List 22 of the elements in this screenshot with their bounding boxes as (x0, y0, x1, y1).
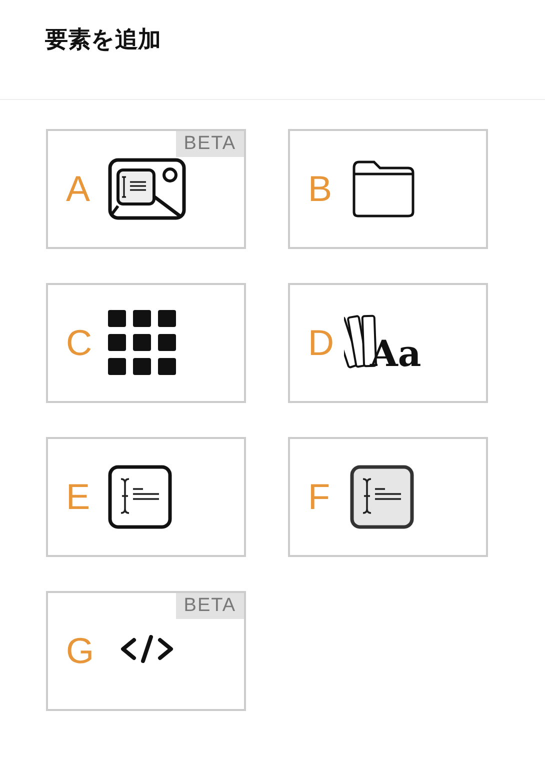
card-letter: E (66, 476, 92, 518)
card-letter: C (66, 322, 93, 364)
text-box-icon (108, 465, 172, 529)
beta-badge: BETA (176, 593, 244, 619)
card-letter: G (66, 630, 96, 672)
element-card[interactable]: BETA G (46, 591, 246, 711)
card-letter: A (66, 168, 92, 210)
folder-icon (350, 160, 416, 218)
element-card[interactable]: BETA A (46, 129, 246, 249)
card-letter: D (308, 322, 335, 364)
panel-title: 要素を追加 (45, 27, 161, 53)
image-text-icon (108, 158, 186, 220)
grid-icon (108, 310, 176, 376)
card-letter: F (308, 476, 331, 518)
element-card[interactable]: C (46, 283, 246, 403)
beta-badge: BETA (176, 131, 244, 157)
code-icon (120, 635, 174, 663)
element-card[interactable]: B (288, 129, 488, 249)
element-card[interactable]: E (46, 437, 246, 557)
card-letter: B (308, 168, 334, 210)
filled-text-box-icon (350, 465, 414, 529)
element-card[interactable]: F (288, 437, 488, 557)
